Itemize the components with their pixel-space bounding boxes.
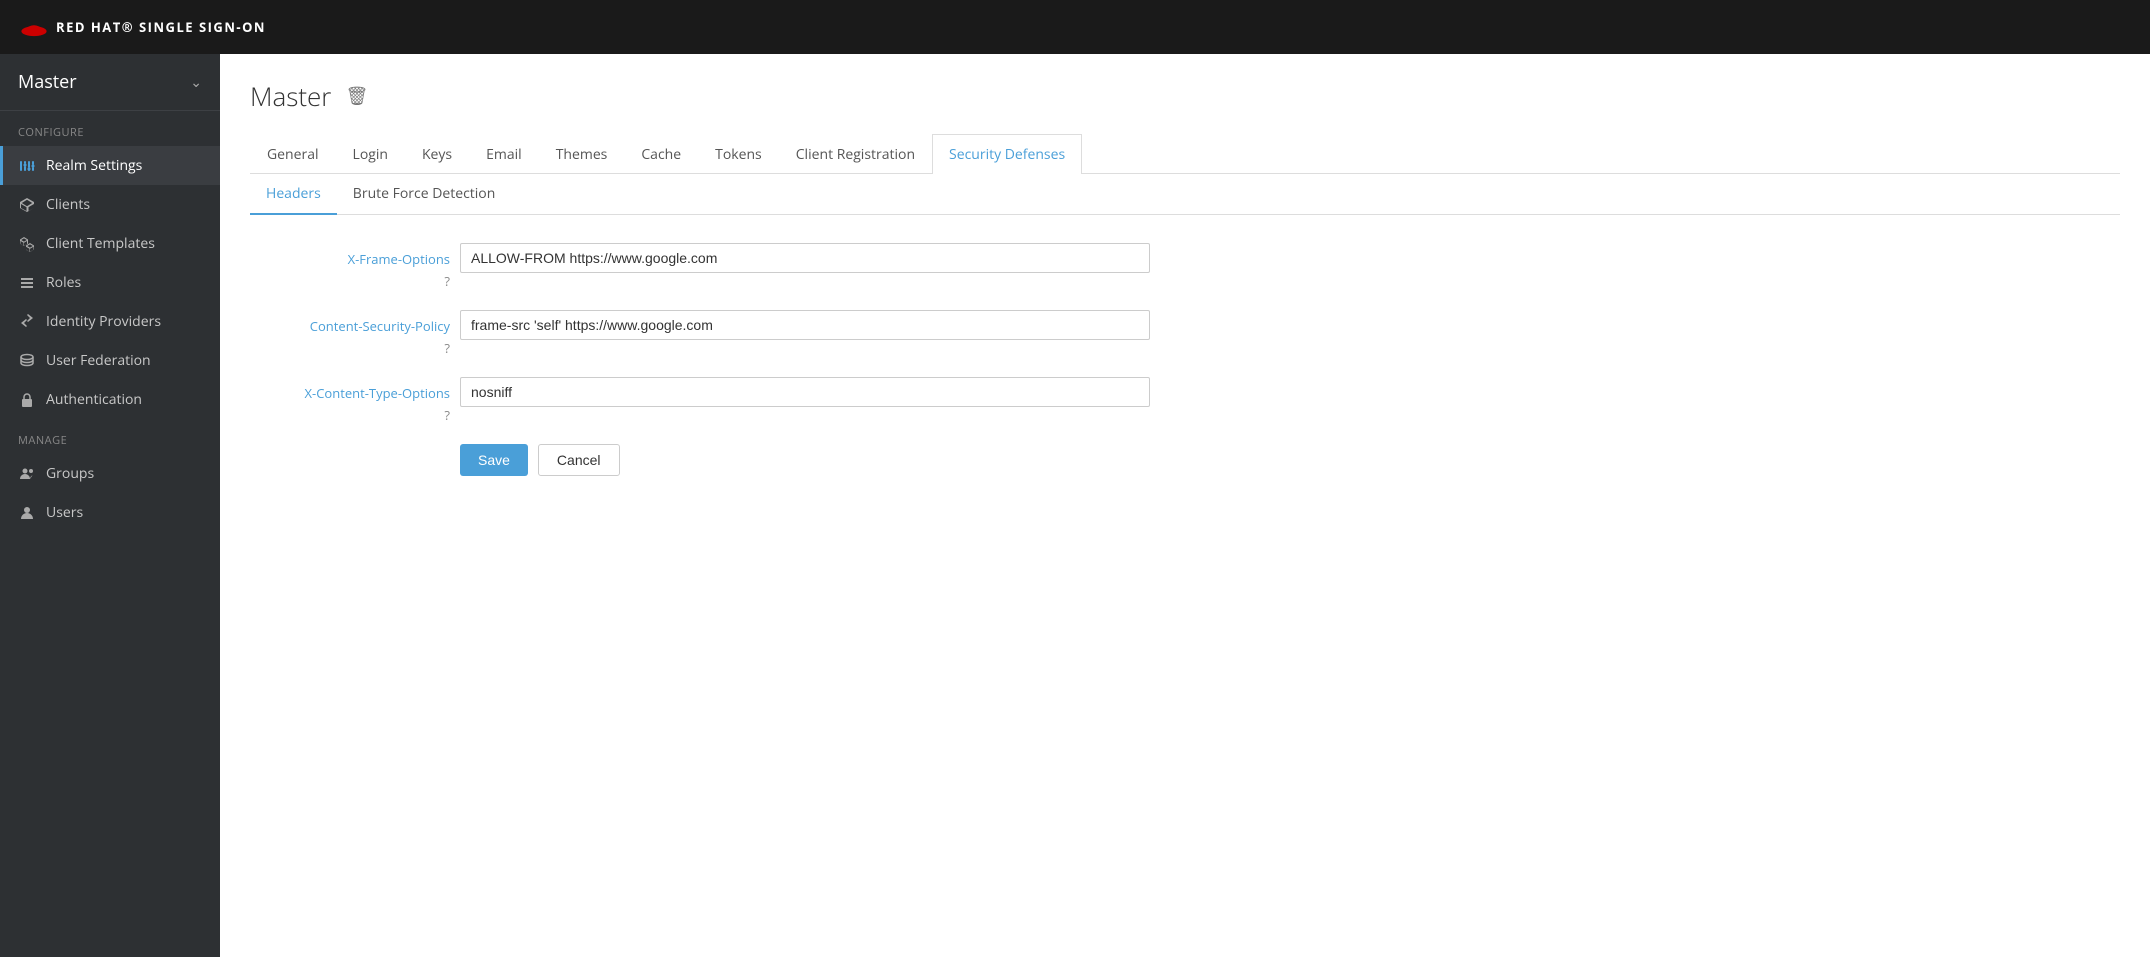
chevron-down-icon: ⌄: [190, 73, 202, 92]
sidebar-item-user-federation[interactable]: User Federation: [0, 341, 220, 380]
sidebar-item-client-templates[interactable]: Client Templates: [0, 224, 220, 263]
form-group-content-security-policy: Content-Security-Policy ?: [250, 310, 1150, 357]
x-content-type-options-label-text: X-Content-Type-Options: [305, 384, 450, 402]
tabs-primary: General Login Keys Email Themes Cache To…: [250, 134, 2120, 174]
sidebar-section-manage: Manage: [0, 419, 220, 454]
cubes-icon: [18, 235, 36, 253]
content-security-policy-label-text: Content-Security-Policy: [310, 317, 450, 335]
sidebar-label-groups: Groups: [46, 464, 94, 483]
tab-cache[interactable]: Cache: [624, 134, 698, 174]
database-icon: [18, 352, 36, 370]
sidebar-item-realm-settings[interactable]: Realm Settings: [0, 146, 220, 185]
tab-themes[interactable]: Themes: [539, 134, 625, 174]
form-section: X-Frame-Options ? Content-Security-Polic…: [250, 243, 1150, 476]
users-icon: [18, 465, 36, 483]
trash-icon[interactable]: 🗑: [345, 84, 368, 108]
form-actions: Save Cancel: [460, 444, 1150, 476]
sidebar-label-user-federation: User Federation: [46, 351, 151, 370]
tab-tokens[interactable]: Tokens: [698, 134, 779, 174]
tab-client-registration[interactable]: Client Registration: [779, 134, 932, 174]
label-x-frame-options: X-Frame-Options ?: [250, 243, 450, 290]
x-frame-options-input[interactable]: [460, 243, 1150, 273]
sidebar-label-client-templates: Client Templates: [46, 234, 155, 253]
content-security-policy-input[interactable]: [460, 310, 1150, 340]
main-layout: Master ⌄ Configure Realm Settings Client…: [0, 54, 2150, 957]
sidebar-label-roles: Roles: [46, 273, 81, 292]
sidebar-label-clients: Clients: [46, 195, 90, 214]
sidebar-label-identity-providers: Identity Providers: [46, 312, 161, 331]
sidebar-item-identity-providers[interactable]: Identity Providers: [0, 302, 220, 341]
app-title: RED HAT® SINGLE SIGN-ON: [56, 18, 266, 36]
page-header: Master 🗑: [250, 78, 2120, 114]
sidebar-label-authentication: Authentication: [46, 390, 142, 409]
page-title: Master: [250, 78, 331, 114]
content-security-policy-help-icon[interactable]: ?: [444, 339, 450, 357]
tab-email[interactable]: Email: [469, 134, 539, 174]
sliders-icon: [18, 157, 36, 175]
realm-name: Master: [18, 70, 77, 94]
logo: RED HAT® SINGLE SIGN-ON: [20, 17, 266, 37]
sidebar: Master ⌄ Configure Realm Settings Client…: [0, 54, 220, 957]
list-icon: [18, 274, 36, 292]
user-icon: [18, 504, 36, 522]
sidebar-section-configure: Configure: [0, 111, 220, 146]
x-frame-options-label-text: X-Frame-Options: [348, 250, 450, 268]
form-group-x-frame-options: X-Frame-Options ?: [250, 243, 1150, 290]
tab-security-defenses[interactable]: Security Defenses: [932, 134, 1082, 174]
cube-icon: [18, 196, 36, 214]
save-button[interactable]: Save: [460, 444, 528, 476]
realm-selector[interactable]: Master ⌄: [0, 54, 220, 111]
sidebar-label-users: Users: [46, 503, 83, 522]
lock-icon: [18, 391, 36, 409]
topbar: RED HAT® SINGLE SIGN-ON: [0, 0, 2150, 54]
tab-login[interactable]: Login: [336, 134, 405, 174]
label-content-security-policy: Content-Security-Policy ?: [250, 310, 450, 357]
sidebar-item-roles[interactable]: Roles: [0, 263, 220, 302]
tab-headers[interactable]: Headers: [250, 174, 337, 215]
cancel-button[interactable]: Cancel: [538, 444, 620, 476]
tab-keys[interactable]: Keys: [405, 134, 469, 174]
sidebar-item-users[interactable]: Users: [0, 493, 220, 532]
exchange-icon: [18, 313, 36, 331]
label-x-content-type-options: X-Content-Type-Options ?: [250, 377, 450, 424]
content-inner: Master 🗑 General Login Keys Email Themes…: [220, 54, 2150, 500]
sidebar-item-authentication[interactable]: Authentication: [0, 380, 220, 419]
tab-brute-force[interactable]: Brute Force Detection: [337, 174, 512, 215]
sidebar-item-clients[interactable]: Clients: [0, 185, 220, 224]
x-frame-options-help-icon[interactable]: ?: [444, 272, 450, 290]
redhat-logo-icon: [20, 17, 48, 37]
tabs-secondary: Headers Brute Force Detection: [250, 174, 2120, 215]
x-content-type-options-help-icon[interactable]: ?: [444, 406, 450, 424]
form-group-x-content-type-options: X-Content-Type-Options ?: [250, 377, 1150, 424]
sidebar-label-realm-settings: Realm Settings: [46, 156, 142, 175]
content-area: Master 🗑 General Login Keys Email Themes…: [220, 54, 2150, 957]
x-content-type-options-input[interactable]: [460, 377, 1150, 407]
tab-general[interactable]: General: [250, 134, 336, 174]
sidebar-item-groups[interactable]: Groups: [0, 454, 220, 493]
